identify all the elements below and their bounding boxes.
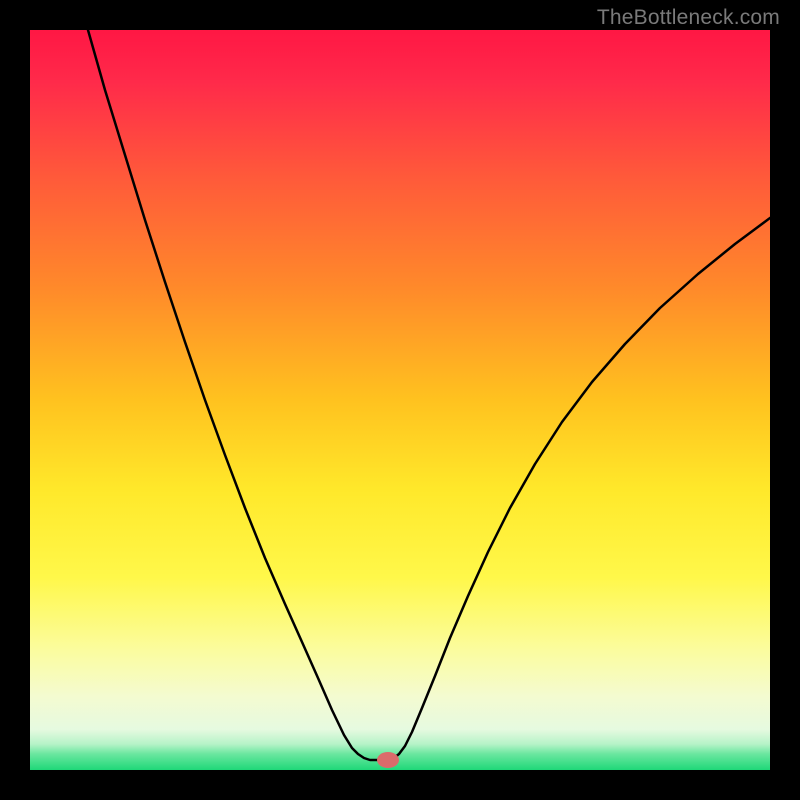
bottleneck-chart <box>30 30 770 770</box>
optimal-point-marker <box>377 752 399 768</box>
chart-plot-area <box>30 30 770 770</box>
watermark-text: TheBottleneck.com <box>597 6 780 30</box>
chart-background-gradient <box>30 30 770 770</box>
